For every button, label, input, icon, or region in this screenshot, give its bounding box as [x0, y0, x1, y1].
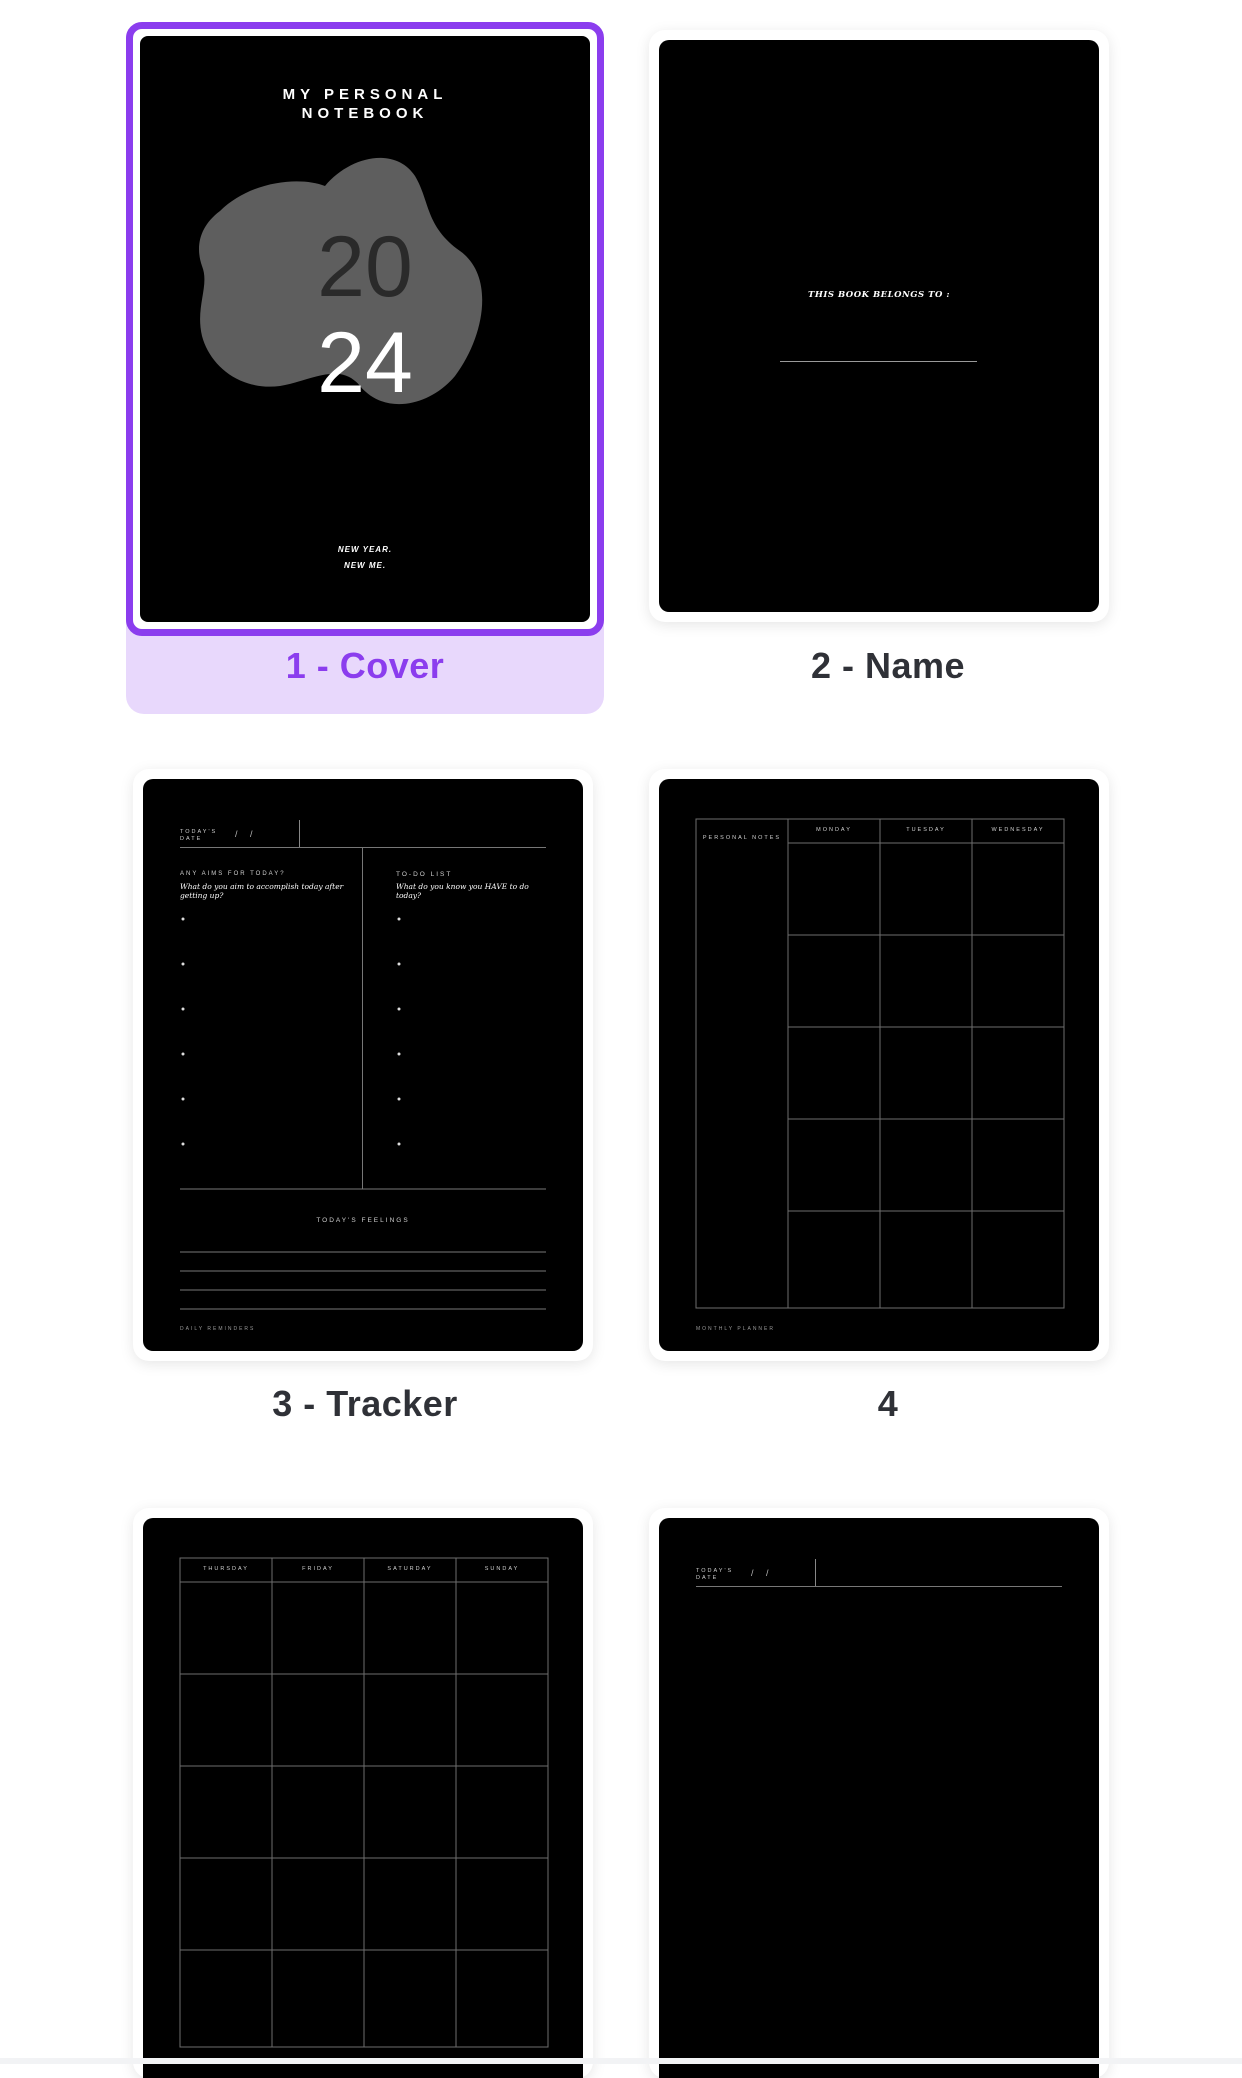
tracker-bullets	[180, 917, 546, 1310]
cover-title-line2: NOTEBOOK	[301, 105, 429, 122]
page-card-tracker[interactable]: TODAY'S DATE / / ANY AIMS FOR TODAY? Wha…	[133, 769, 593, 1361]
planner2-day-saturday: SATURDAY	[387, 1566, 433, 1572]
page-label-3: 3 - Tracker	[272, 1383, 458, 1424]
planner2-day-thursday: THURSDAY	[203, 1566, 249, 1572]
planner-notes-label: PERSONAL NOTES	[702, 835, 782, 841]
cover-year-bottom: 24	[317, 315, 413, 411]
cover-tagline-line1: NEW YEAR.	[337, 545, 393, 554]
notes-page: TODAY'S DATE / /	[659, 1518, 1099, 2078]
planner-grid	[695, 818, 1065, 1309]
tracker-page: TODAY'S DATE / / ANY AIMS FOR TODAY? Wha…	[143, 779, 583, 1351]
planner2-day-friday: FRIDAY	[302, 1566, 334, 1572]
cover-year-top: 20	[317, 219, 413, 315]
page-card-6[interactable]: TODAY'S DATE / /	[649, 1508, 1109, 2078]
page-card-name[interactable]: THIS BOOK BELONGS TO :	[649, 30, 1109, 622]
cover-title-line1: MY PERSONAL	[282, 86, 448, 103]
notes-date-label: TODAY'S DATE	[696, 1568, 734, 1581]
planner-page: PERSONAL NOTES MONDAY TUESDAY WEDNESDAY …	[659, 779, 1099, 1351]
planner-day-tuesday: TUESDAY	[906, 827, 946, 833]
planner2-grid	[179, 1557, 549, 2048]
cover-tagline-line2: NEW ME.	[343, 561, 387, 570]
page-card-cover[interactable]: MY PERSONAL NOTEBOOK 20 24 NEW YEAR. NEW…	[126, 22, 604, 636]
name-line	[780, 361, 977, 362]
page-label-1: 1 - Cover	[285, 645, 445, 686]
tracker-reminders-label: DAILY REMINDERS	[180, 1326, 256, 1332]
planner-day-wednesday: WEDNESDAY	[991, 827, 1045, 833]
notes-date-divider	[815, 1559, 816, 1586]
bottom-toolbar-edge	[0, 2058, 1242, 2064]
page-card-4[interactable]: PERSONAL NOTES MONDAY TUESDAY WEDNESDAY …	[649, 769, 1109, 1361]
planner2-page: THURSDAY FRIDAY SATURDAY SUNDAY	[143, 1518, 583, 2078]
notes-top-rule	[696, 1586, 1062, 1587]
name-page: THIS BOOK BELONGS TO :	[659, 40, 1099, 612]
planner-day-monday: MONDAY	[816, 827, 852, 833]
cover-page: MY PERSONAL NOTEBOOK 20 24 NEW YEAR. NEW…	[140, 36, 590, 622]
planner2-day-sunday: SUNDAY	[484, 1566, 520, 1572]
notes-date-slashes: / /	[751, 1568, 769, 1578]
page-label-4: 4	[877, 1383, 899, 1424]
name-page-text: THIS BOOK BELONGS TO :	[808, 290, 950, 300]
page-label-2: 2 - Name	[810, 645, 966, 686]
tracker-feelings-heading: TODAY'S FEELINGS	[316, 1217, 410, 1224]
page-card-5[interactable]: THURSDAY FRIDAY SATURDAY SUNDAY	[133, 1508, 593, 2078]
planner-footer-label: MONTHLY PLANNER	[696, 1326, 775, 1332]
